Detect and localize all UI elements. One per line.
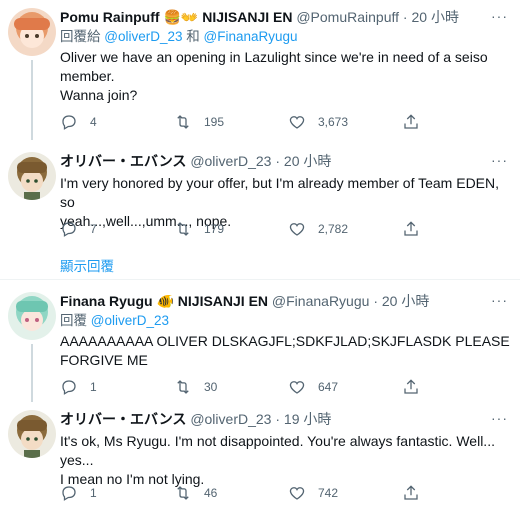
- heart-icon: [289, 116, 305, 129]
- tweet-actions: 4 195 3,673: [60, 113, 500, 131]
- heart-icon: [289, 487, 305, 500]
- timestamp[interactable]: 19 小時: [284, 411, 331, 427]
- tweet-text: Oliver we have an opening in Lazulight s…: [60, 49, 488, 103]
- like-button[interactable]: 742: [288, 484, 402, 502]
- tweet-header: Finana Ryugu 🐠 NIJISANJI EN @FinanaRyugu…: [60, 293, 430, 309]
- share-icon: [404, 485, 418, 500]
- user-handle[interactable]: @FinanaRyugu: [272, 293, 370, 309]
- share-icon: [404, 379, 418, 394]
- mention-link[interactable]: @oliverD_23: [104, 29, 182, 44]
- reply-button[interactable]: 4: [60, 113, 174, 131]
- reply-icon: [62, 222, 76, 237]
- retweet-icon: [177, 380, 189, 394]
- tweet-oliver-2[interactable]: オリバー・エバンス @oliverD_23 · 19 小時 It's ok, M…: [0, 402, 520, 519]
- tweet-finana[interactable]: Finana Ryugu 🐠 NIJISANJI EN @FinanaRyugu…: [0, 280, 520, 402]
- reply-context: 回覆 @oliverD_23: [60, 313, 170, 328]
- more-options-button[interactable]: ···: [491, 292, 508, 308]
- share-button[interactable]: [402, 113, 432, 131]
- retweet-icon: [177, 115, 189, 129]
- show-replies-link[interactable]: 顯示回覆: [60, 255, 114, 275]
- emoji-icon: 🐠: [156, 293, 174, 309]
- tweet-actions: 1 30 647: [60, 378, 500, 396]
- retweet-button[interactable]: 30: [174, 378, 288, 396]
- tweet-oliver-1[interactable]: オリバー・エバンス @oliverD_23 · 20 小時 I'm very h…: [0, 140, 520, 248]
- timestamp[interactable]: 20 小時: [382, 293, 429, 309]
- like-button[interactable]: 647: [288, 378, 402, 396]
- timestamp[interactable]: 20 小時: [411, 9, 458, 25]
- thread-connector: [31, 60, 33, 140]
- reply-icon: [62, 115, 76, 130]
- timestamp[interactable]: 20 小時: [284, 153, 331, 169]
- display-name[interactable]: Pomu Rainpuff: [60, 9, 160, 25]
- avatar[interactable]: [8, 8, 56, 56]
- tweet-header: Pomu Rainpuff 🍔👐 NIJISANJI EN @PomuRainp…: [60, 9, 459, 25]
- avatar[interactable]: [8, 410, 56, 458]
- mention-link[interactable]: @FinanaRyugu: [204, 29, 298, 44]
- tweet-actions: 7 179 2,782: [60, 220, 500, 238]
- tweet-header: オリバー・エバンス @oliverD_23 · 20 小時: [60, 153, 332, 169]
- retweet-icon: [177, 222, 189, 236]
- retweet-button[interactable]: 195: [174, 113, 288, 131]
- share-button[interactable]: [402, 378, 432, 396]
- retweet-button[interactable]: 179: [174, 220, 288, 238]
- tweet-text: AAAAAAAAAA OLIVER DLSKAGJFL;SDKFJLAD;SKJ…: [60, 333, 510, 368]
- tweet-header: オリバー・エバンス @oliverD_23 · 19 小時: [60, 411, 332, 427]
- more-options-button[interactable]: ···: [491, 152, 508, 168]
- user-handle[interactable]: @PomuRainpuff: [296, 9, 399, 25]
- retweet-button[interactable]: 46: [174, 484, 288, 502]
- emoji-icon: 🍔👐: [163, 9, 199, 25]
- display-name[interactable]: オリバー・エバンス: [60, 153, 186, 169]
- tweet-pomu[interactable]: Pomu Rainpuff 🍔👐 NIJISANJI EN @PomuRainp…: [0, 0, 520, 140]
- heart-icon: [289, 223, 305, 236]
- share-button[interactable]: [402, 484, 432, 502]
- more-options-button[interactable]: ···: [491, 8, 508, 24]
- thread-connector: [31, 344, 33, 402]
- reply-icon: [62, 380, 76, 395]
- tweet-actions: 1 46 742: [60, 484, 500, 502]
- display-name[interactable]: オリバー・エバンス: [60, 411, 186, 427]
- reply-button[interactable]: 1: [60, 378, 174, 396]
- reply-context: 回覆給 @oliverD_23 和 @FinanaRyugu: [60, 29, 298, 44]
- avatar[interactable]: [8, 292, 56, 340]
- share-icon: [404, 221, 418, 236]
- like-button[interactable]: 3,673: [288, 113, 402, 131]
- reply-icon: [62, 486, 76, 501]
- display-name[interactable]: Finana Ryugu: [60, 293, 153, 309]
- reply-button[interactable]: 7: [60, 220, 174, 238]
- display-name-suffix[interactable]: NIJISANJI EN: [178, 293, 268, 309]
- retweet-icon: [177, 486, 189, 500]
- share-button[interactable]: [402, 220, 432, 238]
- tweet-text: It's ok, Ms Ryugu. I'm not disappointed.…: [60, 433, 495, 487]
- like-button[interactable]: 2,782: [288, 220, 402, 238]
- share-icon: [404, 114, 418, 129]
- more-options-button[interactable]: ···: [491, 410, 508, 426]
- user-handle[interactable]: @oliverD_23: [190, 411, 271, 427]
- avatar[interactable]: [8, 152, 56, 200]
- mention-link[interactable]: @oliverD_23: [91, 313, 169, 328]
- user-handle[interactable]: @oliverD_23: [190, 153, 271, 169]
- display-name-suffix[interactable]: NIJISANJI EN: [202, 9, 292, 25]
- reply-button[interactable]: 1: [60, 484, 174, 502]
- heart-icon: [289, 381, 305, 394]
